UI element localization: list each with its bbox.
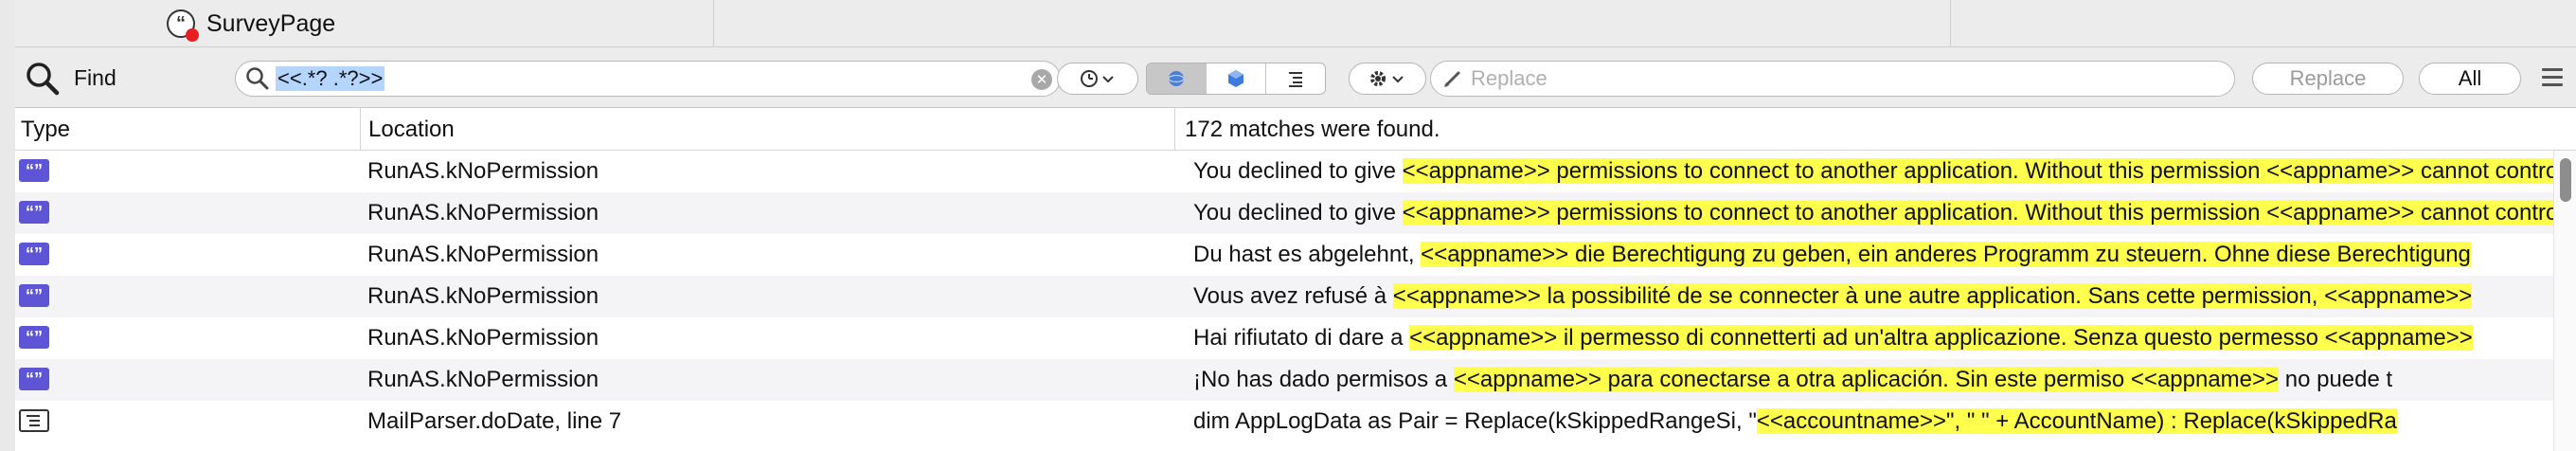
column-header-type[interactable]: Type bbox=[15, 108, 360, 151]
result-text-before: Hai rifiutato di dare a bbox=[1193, 325, 1410, 351]
tab-bar: “ SurveyPage bbox=[15, 0, 2576, 47]
history-button[interactable] bbox=[1057, 63, 1138, 95]
result-location: RunAS.kNoPermission bbox=[367, 367, 599, 392]
match-highlight: <<appname>> la possibilité de se connect… bbox=[1392, 283, 2473, 309]
result-row[interactable]: MailParser.doDate, line 7 dim AppLogData … bbox=[15, 401, 2553, 442]
result-text: You declined to give <<appname>> permiss… bbox=[1193, 151, 2553, 192]
find-label: Find bbox=[74, 65, 116, 90]
scrollbar-thumb[interactable] bbox=[2560, 158, 2571, 202]
search-scope-segmented-control bbox=[1146, 63, 1326, 95]
match-highlight: <<appname>> il permesso di connetterti a… bbox=[1409, 325, 2473, 351]
string-icon: “” bbox=[19, 284, 49, 307]
match-highlight: <<appname>> permissions to connect to an… bbox=[1402, 200, 2553, 226]
result-text-after: no puede t bbox=[2279, 367, 2393, 392]
results-header: Type Location 172 matches were found. bbox=[15, 108, 2576, 151]
column-header-location[interactable]: Location bbox=[360, 108, 1174, 151]
string-icon: “” bbox=[19, 201, 49, 224]
match-highlight: <<accountname>>", " " + AccountName) : R… bbox=[1756, 408, 2397, 434]
match-count-summary: 172 matches were found. bbox=[1174, 108, 2576, 151]
tab-empty[interactable] bbox=[714, 0, 1951, 47]
search-icon bbox=[246, 67, 269, 90]
result-location: RunAS.kNoPermission bbox=[367, 158, 599, 184]
result-row[interactable]: “” RunAS.kNoPermission You declined to giv… bbox=[15, 151, 2553, 192]
modified-dot-icon bbox=[186, 28, 199, 42]
match-highlight: <<appname>> para conectarse a otra aplic… bbox=[1453, 367, 2280, 392]
result-row[interactable]: “” RunAS.kNoPermission You declined to giv… bbox=[15, 192, 2553, 234]
result-text: Hai rifiutato di dare a <<appname>> il p… bbox=[1193, 317, 2553, 359]
pencil-icon bbox=[1444, 71, 1460, 87]
background-window-edge bbox=[0, 0, 15, 451]
result-text-before: dim AppLogData as Pair = Replace(kSkippe… bbox=[1193, 408, 1757, 434]
string-icon: “” bbox=[19, 326, 49, 349]
list-indent-icon bbox=[1289, 72, 1302, 87]
hamburger-menu-icon[interactable] bbox=[2542, 68, 2563, 91]
result-location: RunAS.kNoPermission bbox=[367, 242, 599, 267]
tab-label: SurveyPage bbox=[206, 9, 336, 37]
cube-icon bbox=[1228, 70, 1243, 87]
find-toolbar: Find <<.*? .*?>> ✕ Replace Replace All bbox=[15, 47, 2576, 108]
scope-item-button[interactable] bbox=[1207, 63, 1266, 94]
tab-surveypage[interactable]: “ SurveyPage bbox=[15, 0, 714, 47]
result-text: You declined to give <<appname>> permiss… bbox=[1193, 192, 2553, 234]
result-text-before: Vous avez refusé à bbox=[1193, 283, 1393, 309]
result-text-before: ¡No has dado permisos a bbox=[1193, 367, 1454, 392]
search-value: <<.*? .*?>> bbox=[276, 66, 385, 91]
string-icon: “” bbox=[19, 368, 49, 390]
result-text-before: You declined to give bbox=[1193, 158, 1403, 184]
result-location: MailParser.doDate, line 7 bbox=[367, 408, 622, 434]
string-constant-icon: “ bbox=[167, 9, 199, 42]
replace-input[interactable]: Replace bbox=[1430, 61, 2235, 97]
method-icon bbox=[19, 409, 49, 432]
result-row[interactable]: “” RunAS.kNoPermission Hai rifiutato di da… bbox=[15, 317, 2553, 359]
results-list: “” RunAS.kNoPermission You declined to giv… bbox=[15, 151, 2553, 451]
search-input[interactable]: <<.*? .*?>> ✕ bbox=[235, 61, 1061, 97]
result-location: RunAS.kNoPermission bbox=[367, 325, 599, 351]
result-location: RunAS.kNoPermission bbox=[367, 283, 599, 309]
globe-icon bbox=[1168, 71, 1185, 86]
replace-placeholder: Replace bbox=[1471, 66, 1547, 90]
string-icon: “” bbox=[19, 243, 49, 265]
result-location: RunAS.kNoPermission bbox=[367, 200, 599, 226]
scope-method-button[interactable] bbox=[1266, 63, 1325, 94]
replace-all-button[interactable]: All bbox=[2419, 63, 2521, 95]
options-button[interactable] bbox=[1349, 63, 1426, 95]
scope-project-button[interactable] bbox=[1147, 63, 1207, 94]
result-text: Du hast es abgelehnt, <<appname>> die Be… bbox=[1193, 234, 2553, 276]
replace-button[interactable]: Replace bbox=[2252, 63, 2404, 95]
gear-icon bbox=[1370, 71, 1404, 86]
result-row[interactable]: “” RunAS.kNoPermission Du hast es abgelehn… bbox=[15, 234, 2553, 276]
result-text-before: You declined to give bbox=[1193, 200, 1403, 226]
result-text: Vous avez refusé à <<appname>> la possib… bbox=[1193, 276, 2553, 317]
string-icon: “” bbox=[19, 159, 49, 182]
match-highlight: <<appname>> permissions to connect to an… bbox=[1402, 158, 2553, 184]
find-window: “ SurveyPage Find <<.*? .*?>> ✕ Replace … bbox=[0, 0, 2576, 451]
clear-search-icon[interactable]: ✕ bbox=[1031, 69, 1052, 90]
magnifier-icon bbox=[27, 63, 60, 96]
result-text: ¡No has dado permisos a <<appname>> para… bbox=[1193, 359, 2553, 401]
match-highlight: <<appname>> die Berechtigung zu geben, e… bbox=[1421, 242, 2471, 267]
result-row[interactable]: “” RunAS.kNoPermission Vous avez refusé à … bbox=[15, 276, 2553, 317]
result-row[interactable]: “” RunAS.kNoPermission ¡No has dado permis… bbox=[15, 359, 2553, 401]
result-text: dim AppLogData as Pair = Replace(kSkippe… bbox=[1193, 401, 2553, 442]
result-text-before: Du hast es abgelehnt, bbox=[1193, 242, 1422, 267]
vertical-scrollbar[interactable] bbox=[2553, 151, 2576, 451]
clock-icon bbox=[1081, 70, 1114, 87]
